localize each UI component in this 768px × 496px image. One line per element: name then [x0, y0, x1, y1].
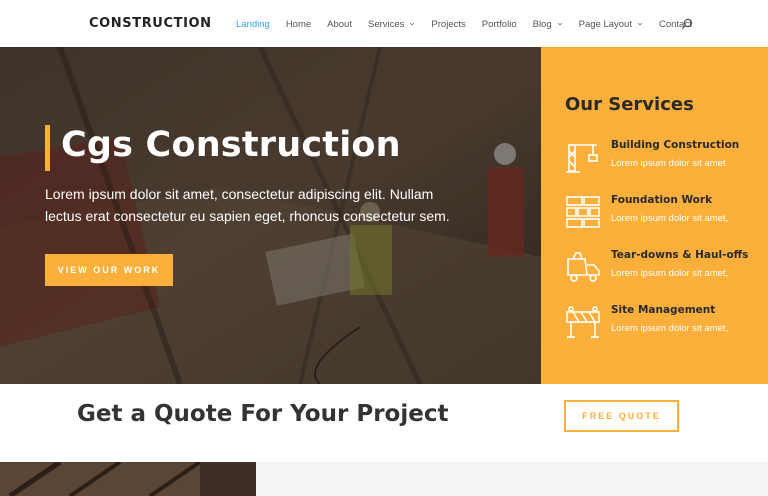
service-title: Foundation Work [611, 194, 713, 206]
view-our-work-button[interactable]: VIEW OUR WORK [45, 254, 173, 286]
quote-section: Get a Quote For Your Project FREE QUOTE [0, 384, 768, 462]
service-item-site-management[interactable]: Site Management Lorem ipsum dolor sit am… [565, 304, 765, 344]
nav-item-blog[interactable]: Blog [533, 19, 563, 30]
hero-accent-bar [45, 125, 50, 171]
nav-item-page-layout[interactable]: Page Layout [579, 19, 643, 30]
service-title: Tear-downs & Haul-offs [611, 249, 749, 261]
bottom-image-graphic [0, 462, 256, 496]
hero-description: Lorem ipsum dolor sit amet, consectetur … [45, 186, 450, 224]
truck-icon [567, 252, 600, 282]
bottom-content-area [256, 462, 768, 496]
barrier-icon [566, 306, 600, 338]
nav-label: Projects [431, 18, 466, 30]
services-panel: Our Services Building Construction Lorem… [541, 47, 768, 384]
bricks-icon [566, 196, 600, 228]
nav-label: Landing [236, 18, 270, 30]
search-icon[interactable] [681, 18, 693, 30]
service-text: Lorem ipsum dolor sit amet, [611, 268, 729, 279]
service-title: Site Management [611, 304, 716, 316]
service-item-foundation-work[interactable]: Foundation Work Lorem ipsum dolor sit am… [565, 194, 765, 234]
hero-title: Cgs Construction [61, 125, 401, 165]
chevron-down-icon [557, 22, 562, 26]
chevron-down-icon [410, 22, 415, 26]
service-text: Lorem ipsum dolor sit amet, [611, 213, 729, 224]
nav-label: Blog [532, 18, 552, 30]
nav-label: Page Layout [578, 18, 632, 30]
site-header: CONSTRUCTION Landing Home About Services… [0, 0, 768, 47]
quote-title: Get a Quote For Your Project [77, 401, 449, 427]
crane-icon [566, 144, 598, 173]
nav-item-about[interactable]: About [327, 19, 352, 30]
main-nav: Landing Home About Services Projects Por… [236, 17, 708, 31]
chevron-down-icon [637, 22, 643, 26]
service-text: Lorem ipsum dolor sit amet [611, 158, 726, 169]
service-text: Lorem ipsum dolor sit amet, [611, 323, 729, 334]
site-logo[interactable]: CONSTRUCTION [89, 16, 212, 31]
nav-label: About [327, 18, 352, 30]
bottom-image [0, 462, 256, 496]
nav-label: Home [285, 18, 312, 30]
hero-section: Cgs Construction Lorem ipsum dolor sit a… [0, 47, 541, 384]
nav-item-landing[interactable]: Landing [236, 19, 270, 30]
nav-item-projects[interactable]: Projects [431, 19, 465, 30]
service-item-building-construction[interactable]: Building Construction Lorem ipsum dolor … [565, 139, 765, 179]
nav-item-home[interactable]: Home [286, 19, 311, 30]
services-title: Our Services [565, 94, 694, 115]
nav-label: Services [367, 18, 405, 30]
service-item-tear-downs[interactable]: Tear-downs & Haul-offs Lorem ipsum dolor… [565, 249, 765, 289]
free-quote-button[interactable]: FREE QUOTE [564, 400, 679, 432]
nav-label: Portfolio [481, 18, 517, 30]
nav-item-portfolio[interactable]: Portfolio [482, 19, 517, 30]
service-title: Building Construction [611, 139, 740, 151]
nav-item-services[interactable]: Services [368, 19, 415, 30]
